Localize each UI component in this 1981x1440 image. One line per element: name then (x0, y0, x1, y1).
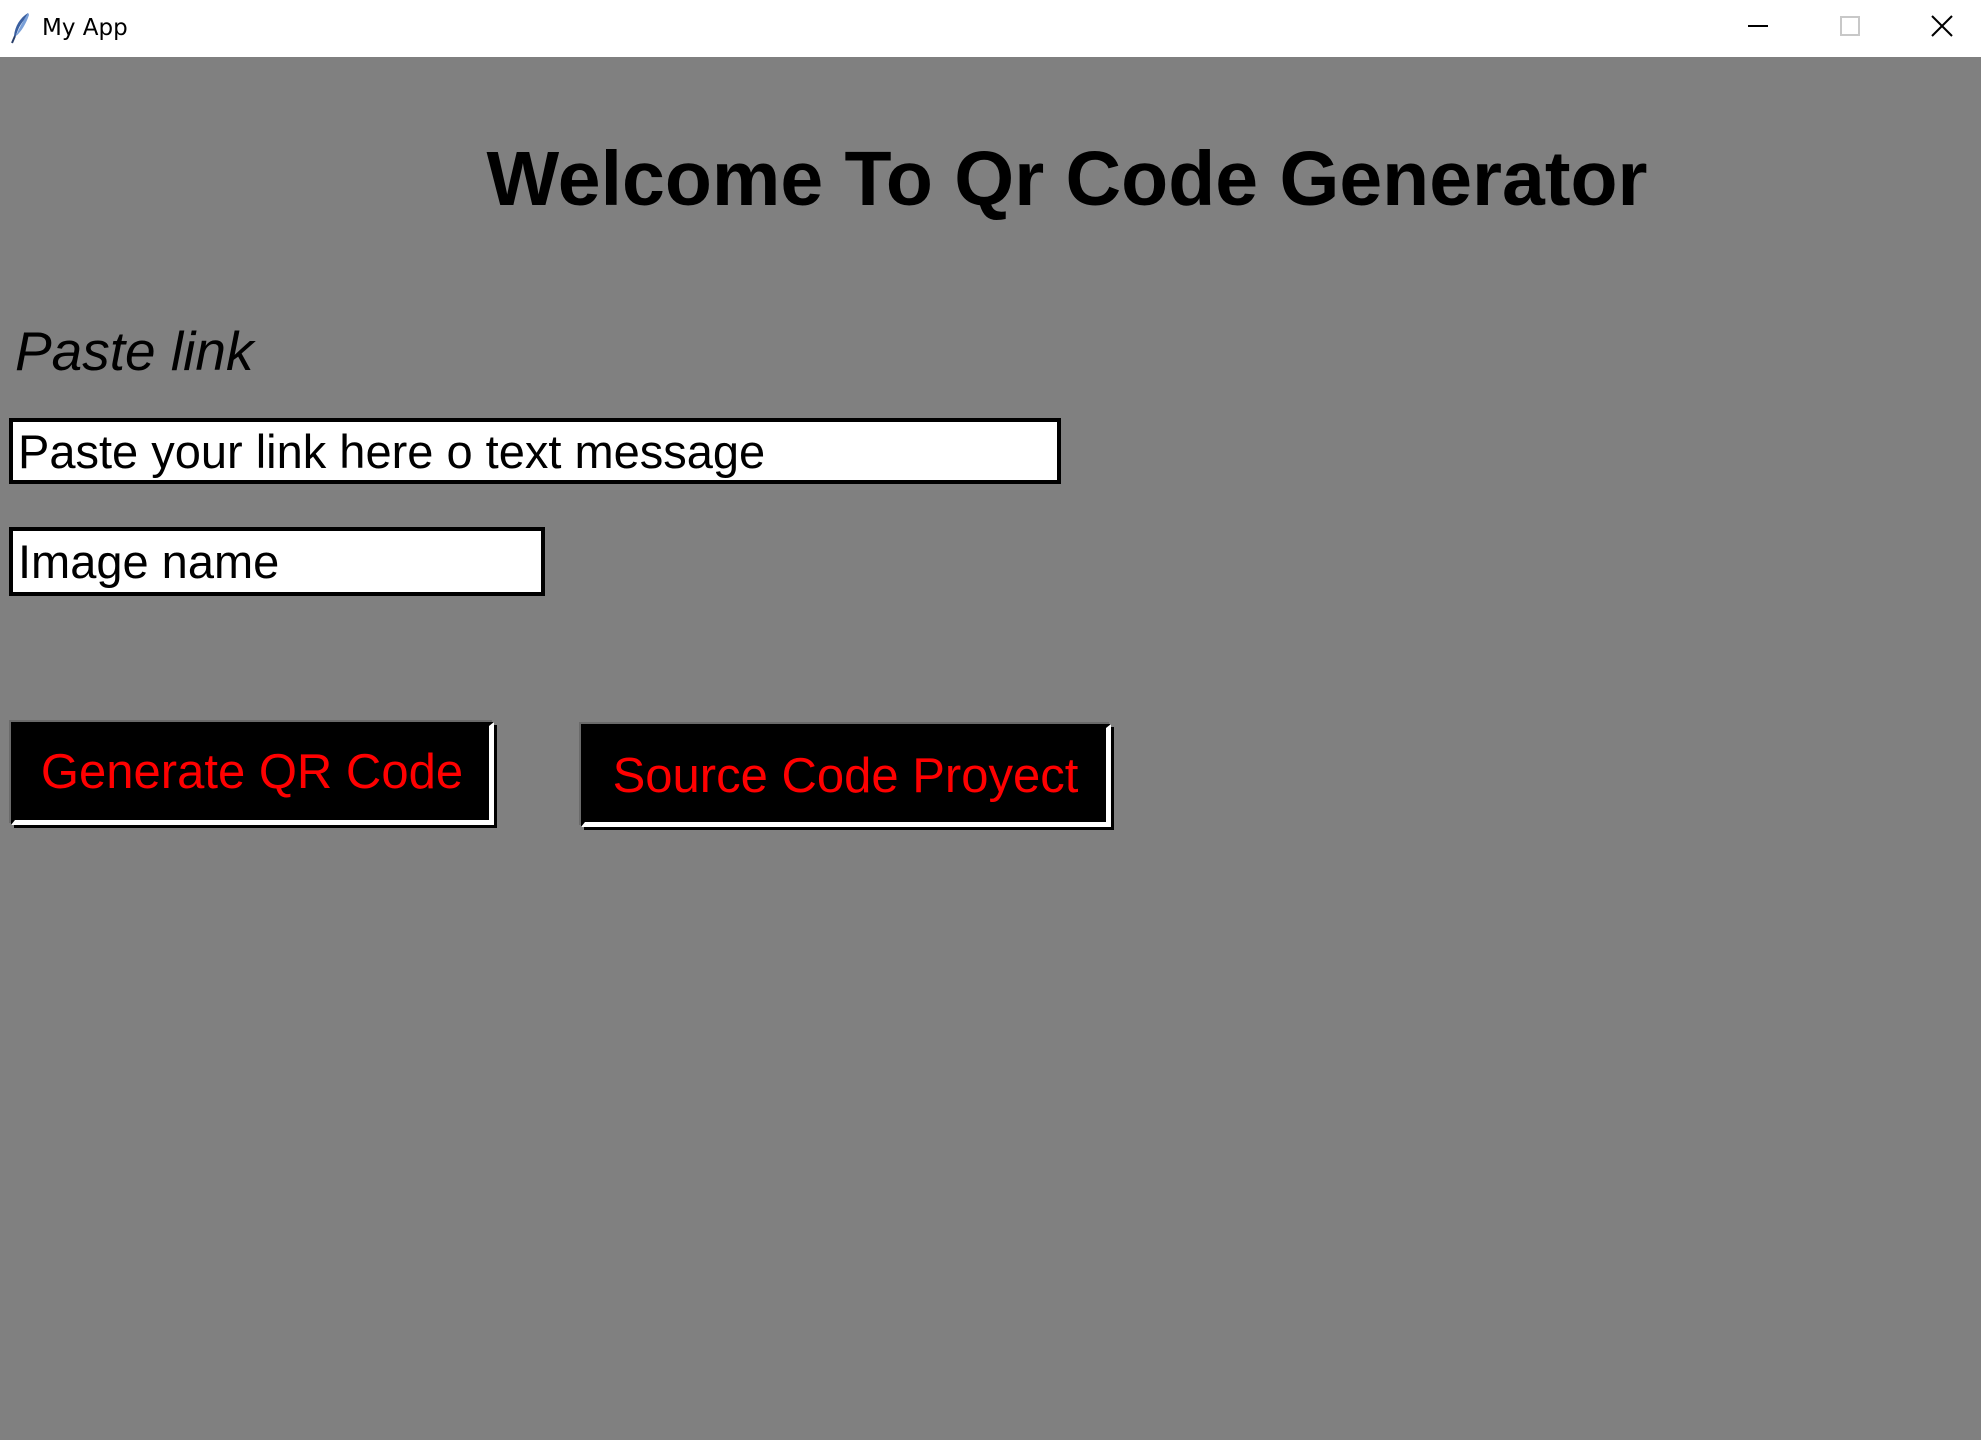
link-input[interactable] (9, 418, 1061, 484)
minimize-icon (1748, 25, 1768, 27)
maximize-icon (1840, 16, 1860, 36)
generate-qr-button[interactable]: Generate QR Code (11, 722, 494, 825)
close-button[interactable] (1896, 0, 1981, 50)
main-content: Welcome To Qr Code Generator Paste link … (0, 57, 1981, 1440)
minimize-button[interactable] (1712, 0, 1804, 50)
source-code-button[interactable]: Source Code Proyect (581, 724, 1111, 827)
app-window: My App Welcome To Qr Code Generator Past… (0, 0, 1981, 1440)
image-name-input[interactable] (9, 527, 545, 596)
feather-icon (10, 12, 32, 44)
page-title: Welcome To Qr Code Generator (486, 136, 1648, 222)
title-bar[interactable]: My App (0, 0, 1981, 57)
close-icon (1931, 15, 1953, 37)
window-title: My App (42, 15, 128, 41)
paste-link-label: Paste link (15, 320, 254, 382)
maximize-button[interactable] (1804, 0, 1896, 50)
